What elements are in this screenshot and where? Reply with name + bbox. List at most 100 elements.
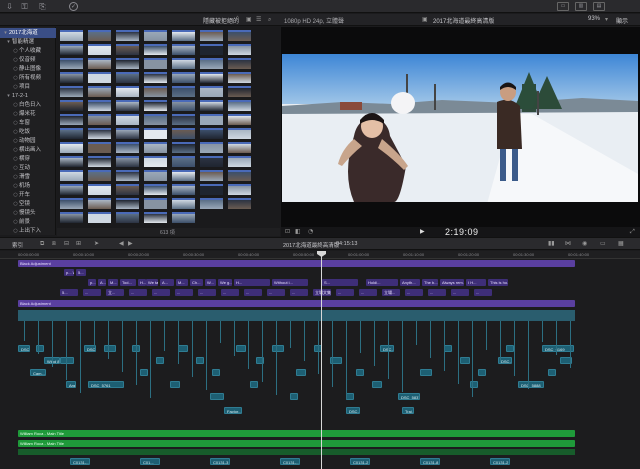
- title-clip[interactable]: S...: [322, 279, 358, 286]
- keyword-icon[interactable]: ⚿: [20, 2, 29, 11]
- clip-thumbnail[interactable]: [200, 156, 223, 167]
- connected-clip[interactable]: [346, 393, 354, 400]
- filter-popup[interactable]: 隱藏被拒絕的: [203, 16, 239, 25]
- share-icon[interactable]: ⎘: [38, 2, 47, 11]
- connected-clip[interactable]: [420, 369, 432, 376]
- connected-clip[interactable]: [60, 357, 74, 364]
- clip-thumbnail[interactable]: [116, 156, 139, 167]
- title-clip[interactable]: This is ho...: [488, 279, 508, 286]
- clip-thumbnail[interactable]: [60, 72, 83, 83]
- clip-thumbnail[interactable]: [228, 72, 251, 83]
- clip-thumbnail[interactable]: [60, 58, 83, 69]
- clip-thumbnail[interactable]: [60, 30, 83, 41]
- title-clip[interactable]: The b...: [422, 279, 438, 286]
- clip-thumbnail[interactable]: [88, 72, 111, 83]
- clip-thumbnail[interactable]: [88, 156, 111, 167]
- sidebar-item[interactable]: ○上出下入: [0, 226, 56, 236]
- clip-thumbnail[interactable]: [88, 100, 111, 111]
- clip-thumbnail[interactable]: [172, 72, 195, 83]
- clip-thumbnail[interactable]: [228, 58, 251, 69]
- clip-thumbnail[interactable]: [172, 44, 195, 55]
- connected-clip[interactable]: [372, 381, 382, 388]
- search-icon[interactable]: ⌕: [268, 16, 271, 24]
- clip-thumbnail[interactable]: [116, 198, 139, 209]
- title-clip[interactable]: 5...: [60, 289, 78, 296]
- clip-thumbnail[interactable]: [200, 184, 223, 195]
- connected-clip[interactable]: [296, 369, 306, 376]
- title-clip[interactable]: 5...: [76, 269, 86, 276]
- connected-clip[interactable]: DSC...: [84, 345, 96, 352]
- clip-thumbnail[interactable]: [200, 86, 223, 97]
- audio-clip[interactable]: C0131-2: [350, 458, 370, 465]
- audio-meter-icon[interactable]: ▮▮: [548, 240, 555, 247]
- clip-thumbnail[interactable]: [88, 128, 111, 139]
- snapping-icon[interactable]: ⋈: [565, 240, 571, 247]
- clip-thumbnail[interactable]: [172, 30, 195, 41]
- layout-icon[interactable]: ▥: [575, 2, 587, 11]
- title-clip[interactable]: We g...: [218, 279, 232, 286]
- connected-clip[interactable]: DSC_5761: [88, 381, 124, 388]
- timeline[interactable]: Black Adjustment Black Adjustment Willia…: [0, 259, 640, 469]
- display-popup[interactable]: 顯示: [616, 16, 628, 25]
- zoom-popup[interactable]: 93%: [588, 16, 600, 22]
- clip-thumbnail[interactable]: [200, 142, 223, 153]
- clip-thumbnail[interactable]: [172, 212, 195, 223]
- connected-clip[interactable]: [196, 357, 204, 364]
- connected-clip[interactable]: DSC...: [380, 345, 394, 352]
- clip-thumbnail[interactable]: [228, 156, 251, 167]
- clip-thumbnail[interactable]: [60, 142, 83, 153]
- solo-icon[interactable]: ◉: [582, 240, 587, 247]
- connected-clip[interactable]: [170, 381, 180, 388]
- clip-thumbnail[interactable]: [172, 156, 195, 167]
- clip-thumbnail[interactable]: [200, 30, 223, 41]
- clip-thumbnail[interactable]: [200, 128, 223, 139]
- clip-thumbnail[interactable]: [172, 58, 195, 69]
- title-clip[interactable]: ...: [129, 289, 147, 296]
- title-clip[interactable]: p... With...: [64, 269, 74, 276]
- effects-icon[interactable]: ▦: [618, 240, 624, 247]
- clip-thumbnail[interactable]: [172, 184, 195, 195]
- clip-thumbnail[interactable]: [88, 44, 111, 55]
- clip-thumbnail[interactable]: [60, 44, 83, 55]
- audio-clip[interactable]: C0131-3: [210, 458, 230, 465]
- clip-thumbnail[interactable]: [200, 58, 223, 69]
- title-clip[interactable]: ...: [336, 289, 354, 296]
- connected-clip[interactable]: [156, 357, 164, 364]
- title-clip[interactable]: We tal...: [146, 279, 158, 286]
- clip-thumbnail[interactable]: [88, 58, 111, 69]
- clip-thumbnail[interactable]: [116, 58, 139, 69]
- title-clip[interactable]: W...: [205, 279, 216, 286]
- adjustment-clip[interactable]: Black Adjustment: [18, 260, 575, 267]
- clip-thumbnail[interactable]: [116, 170, 139, 181]
- connected-clip[interactable]: [212, 369, 220, 376]
- clip-thumbnail[interactable]: [144, 142, 167, 153]
- clip-thumbnail[interactable]: [172, 170, 195, 181]
- clip-thumbnail[interactable]: [116, 184, 139, 195]
- clip-thumbnail[interactable]: [88, 142, 111, 153]
- import-icon[interactable]: ⇩: [5, 2, 14, 11]
- clip-thumbnail[interactable]: [116, 100, 139, 111]
- clip-thumbnail[interactable]: [172, 86, 195, 97]
- connected-clip[interactable]: [178, 345, 188, 352]
- clip-thumbnail[interactable]: [228, 128, 251, 139]
- clip-thumbnail[interactable]: [172, 114, 195, 125]
- play-button[interactable]: ▶: [420, 228, 425, 235]
- title-clip[interactable]: ...: [451, 289, 469, 296]
- connected-clip[interactable]: DSC_5888: [518, 381, 544, 388]
- clip-thumbnail[interactable]: [88, 170, 111, 181]
- connected-clip[interactable]: [272, 345, 284, 352]
- title-clip[interactable]: 立場文集: [313, 289, 331, 296]
- clip-thumbnail[interactable]: [144, 58, 167, 69]
- clip-thumbnail[interactable]: [144, 184, 167, 195]
- title-clip[interactable]: Without i...: [272, 279, 308, 286]
- title-clip[interactable]: ...: [267, 289, 285, 296]
- clip-thumbnail[interactable]: [144, 114, 167, 125]
- connected-clip[interactable]: [104, 345, 116, 352]
- clip-thumbnail[interactable]: [172, 100, 195, 111]
- title-clip[interactable]: ...: [221, 289, 239, 296]
- clip-thumbnail[interactable]: [60, 114, 83, 125]
- title-clip[interactable]: ...: [428, 289, 446, 296]
- clip-thumbnail[interactable]: [172, 142, 195, 153]
- title-clip[interactable]: ...: [198, 289, 216, 296]
- overwrite-icon[interactable]: ⊞: [76, 240, 81, 247]
